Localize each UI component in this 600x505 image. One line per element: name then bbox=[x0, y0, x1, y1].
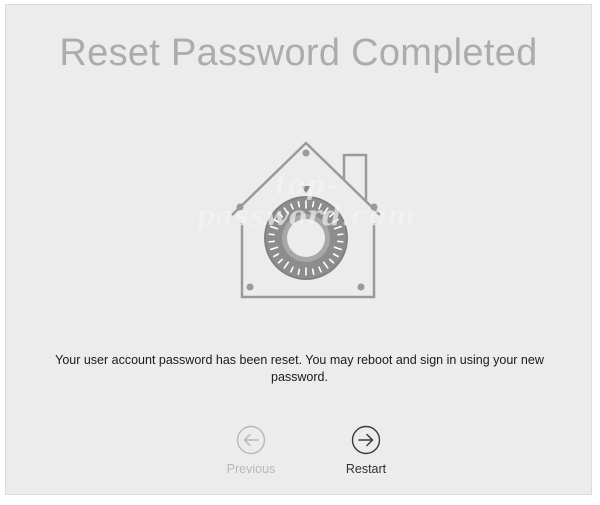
filevault-house-icon bbox=[231, 141, 381, 299]
arrow-left-circle-icon bbox=[236, 425, 266, 455]
previous-button[interactable]: Previous bbox=[211, 425, 291, 476]
status-message: Your user account password has been rese… bbox=[55, 352, 544, 384]
page-title: Reset Password Completed bbox=[59, 32, 538, 74]
restart-label: Restart bbox=[345, 462, 387, 476]
restart-button[interactable]: Restart bbox=[326, 425, 406, 476]
dialog-window: Reset Password Completed top-password.co… bbox=[5, 4, 592, 495]
previous-label: Previous bbox=[226, 462, 276, 476]
arrow-right-circle-icon bbox=[351, 425, 381, 455]
